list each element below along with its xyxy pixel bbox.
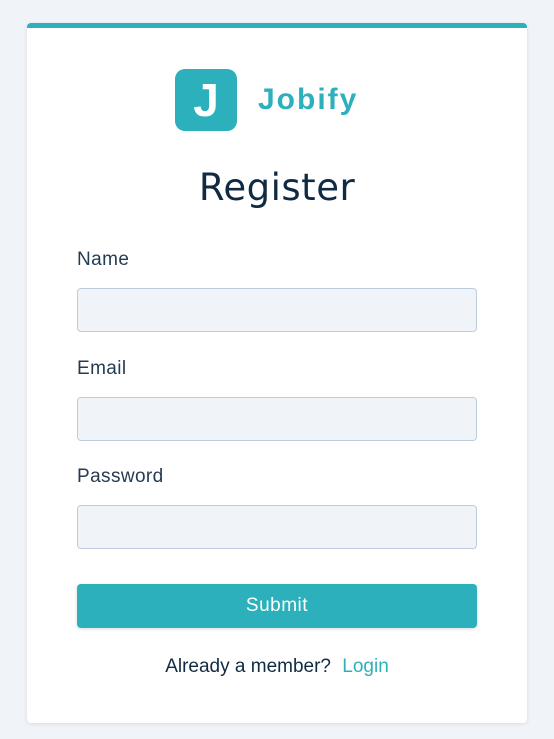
password-label: Password [77, 466, 164, 487]
page-title: Register [198, 166, 356, 209]
logo-text: Jobify [258, 83, 359, 116]
member-prompt: Already a member? Login [27, 656, 527, 678]
email-field[interactable] [77, 397, 477, 441]
password-field[interactable] [77, 505, 477, 549]
submit-button[interactable]: Submit [77, 584, 477, 628]
login-link[interactable]: Login [342, 656, 389, 677]
email-label: Email [77, 358, 127, 379]
register-card: J Jobify Register Name Email Password Su… [27, 23, 527, 723]
member-prompt-text: Already a member? [165, 656, 331, 677]
jobify-logo: J Jobify [175, 69, 358, 131]
name-label: Name [77, 249, 130, 270]
name-field[interactable] [77, 288, 477, 332]
logo-mark: J [175, 69, 237, 131]
